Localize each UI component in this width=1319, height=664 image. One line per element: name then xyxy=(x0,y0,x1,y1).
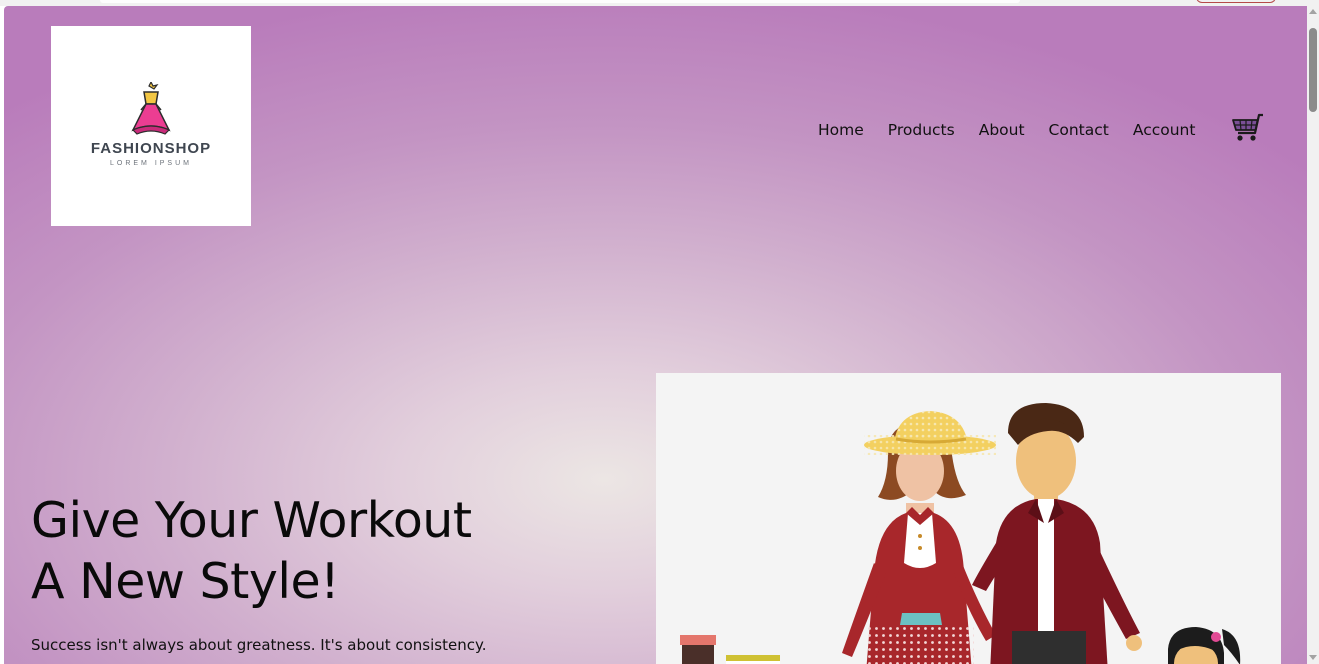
dress-icon xyxy=(131,82,171,135)
hero-subtitle: Success isn't always about greatness. It… xyxy=(31,636,487,654)
shopping-cart-icon[interactable] xyxy=(1230,112,1264,146)
scroll-up-icon[interactable] xyxy=(1309,9,1317,14)
site-logo[interactable]: FASHIONSHOP LOREM IPSUM xyxy=(51,26,251,226)
hero-title-line1: Give Your Workout xyxy=(31,492,472,549)
fashion-couple-illustration xyxy=(680,403,1241,664)
hero-title: Give Your Workout A New Style! xyxy=(31,490,631,612)
page-viewport: FASHIONSHOP LOREM IPSUM Home Products Ab… xyxy=(4,6,1307,664)
brand-tagline: LOREM IPSUM xyxy=(109,160,192,167)
main-nav: Home Products About Contact Account xyxy=(818,113,1263,142)
nav-contact[interactable]: Contact xyxy=(1049,121,1109,139)
scrollbar-thumb[interactable] xyxy=(1309,28,1317,112)
brand-name: FASHIONSHOP xyxy=(90,140,212,157)
hero-title-line2: A New Style! xyxy=(31,553,340,610)
nav-home[interactable]: Home xyxy=(818,121,864,139)
scroll-down-icon[interactable] xyxy=(1309,655,1317,660)
browser-button-edge[interactable] xyxy=(1196,0,1276,3)
nav-about[interactable]: About xyxy=(979,121,1025,139)
nav-account[interactable]: Account xyxy=(1133,121,1196,139)
hero-image xyxy=(656,373,1281,664)
nav-products[interactable]: Products xyxy=(888,121,955,139)
address-bar-edge xyxy=(100,0,1020,3)
vertical-scrollbar[interactable] xyxy=(1307,6,1319,664)
